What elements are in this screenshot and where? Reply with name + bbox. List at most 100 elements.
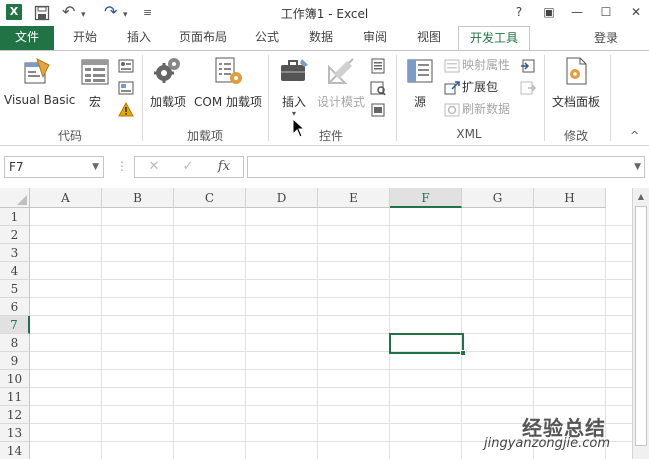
name-box-value: F7 [9, 160, 24, 174]
group-separator [142, 55, 143, 141]
row-header-9[interactable]: 9 [0, 352, 30, 370]
refresh-data-button[interactable]: 刷新数据 [444, 99, 510, 119]
row-header-3[interactable]: 3 [0, 244, 30, 262]
com-addins-label: COM 加载项 [194, 95, 262, 109]
visual-basic-button[interactable]: Visual Basic [4, 55, 76, 107]
column-header-a[interactable]: A [30, 188, 102, 208]
scrollbar-thumb[interactable] [635, 206, 647, 446]
ribbon-display-options-icon[interactable]: ▣ [538, 2, 560, 22]
row-header-1[interactable]: 1 [0, 208, 30, 226]
tab-developer[interactable]: 开发工具 [458, 26, 530, 51]
column-header-h[interactable]: H [534, 188, 606, 208]
xml-source-icon [404, 55, 436, 87]
properties-icon [370, 58, 386, 74]
addins-button[interactable]: 加载项 [146, 55, 190, 110]
visual-basic-icon [21, 55, 53, 87]
row-header-8[interactable]: 8 [0, 334, 30, 352]
run-dialog-icon [370, 102, 386, 118]
group-separator [544, 55, 545, 141]
group-label-xml: XML [456, 127, 482, 141]
view-code-icon [370, 80, 386, 96]
column-header-b[interactable]: B [102, 188, 174, 208]
document-panel-icon [560, 55, 592, 87]
record-macro-button[interactable] [118, 55, 136, 75]
scroll-up-arrow-icon[interactable]: ▲ [633, 190, 649, 204]
fill-handle[interactable] [460, 350, 466, 356]
warning-icon [118, 101, 134, 118]
group-separator [396, 55, 397, 141]
tab-data[interactable]: 数据 [298, 26, 344, 50]
active-cell-f7[interactable] [389, 333, 466, 356]
vertical-scrollbar[interactable]: ▲ [632, 188, 649, 459]
minimize-button[interactable]: — [566, 2, 588, 22]
group-separator [610, 55, 611, 141]
macro-security-button[interactable] [118, 99, 136, 119]
tab-file[interactable]: 文件 [0, 26, 54, 50]
close-button[interactable]: ✕ [625, 2, 647, 22]
tab-home[interactable]: 开始 [62, 26, 108, 50]
relative-references-button[interactable] [118, 77, 136, 97]
insert-function-icon[interactable]: fx [210, 156, 238, 178]
tab-review[interactable]: 审阅 [352, 26, 398, 50]
expand-formula-bar-icon[interactable]: ▼ [634, 157, 641, 177]
document-panel-button[interactable]: 文档面板 [548, 55, 604, 110]
enter-formula-icon[interactable]: ✓ [174, 156, 202, 178]
row-header-14[interactable]: 14 [0, 442, 30, 459]
row-header-2[interactable]: 2 [0, 226, 30, 244]
collapse-ribbon-icon[interactable]: ^ [630, 129, 639, 142]
insert-control-button[interactable]: 插入 ▾ [276, 55, 312, 118]
formula-bar-resize-handle[interactable]: ⋮ [116, 159, 128, 173]
column-header-f[interactable]: F [390, 188, 462, 208]
tab-insert[interactable]: 插入 [116, 26, 162, 50]
export-icon [520, 80, 537, 96]
com-addins-button[interactable]: COM 加载项 [192, 55, 264, 110]
row-header-4[interactable]: 4 [0, 262, 30, 280]
xml-source-button[interactable]: 源 [402, 55, 438, 110]
tab-formulas[interactable]: 公式 [244, 26, 290, 50]
tab-view[interactable]: 视图 [406, 26, 452, 50]
name-box[interactable]: F7 ▼ [4, 156, 104, 178]
maximize-button[interactable]: ☐ [595, 2, 617, 22]
toolbox-icon [278, 55, 310, 87]
group-label-code: 代码 [57, 129, 82, 143]
ribbon: Visual Basic 宏 代码 加载项 COM 加载项 加载项 插入 ▾ 设… [0, 50, 649, 146]
row-header-10[interactable]: 10 [0, 370, 30, 388]
row-header-12[interactable]: 12 [0, 406, 30, 424]
sign-in-link[interactable]: 登录 [594, 29, 618, 46]
import-icon [520, 58, 536, 74]
select-all-button[interactable] [0, 188, 30, 208]
design-mode-button[interactable]: 设计模式 [316, 55, 366, 110]
tab-page-layout[interactable]: 页面布局 [170, 26, 236, 50]
row-header-11[interactable]: 11 [0, 388, 30, 406]
column-header-g[interactable]: G [462, 188, 534, 208]
title-bar: X ↶ ▾ ↷ ▾ ≡ 工作簿1 - Excel ? ▣ — ☐ ✕ [0, 0, 649, 26]
map-properties-label: 映射属性 [462, 58, 511, 72]
column-header-c[interactable]: C [174, 188, 246, 208]
row-header-6[interactable]: 6 [0, 298, 30, 316]
view-code-button[interactable] [370, 77, 388, 97]
cancel-formula-icon[interactable]: ✕ [140, 156, 168, 178]
help-button[interactable]: ? [508, 2, 530, 22]
chevron-down-icon[interactable]: ▼ [92, 157, 99, 177]
import-xml-button[interactable] [520, 55, 538, 75]
row-header-7[interactable]: 7 [0, 316, 30, 334]
expansion-packs-button[interactable]: 扩展包 [444, 77, 498, 97]
formula-bar: F7 ▼ ⋮ ✕ ✓ fx ▼ [0, 146, 649, 188]
export-xml-button[interactable] [520, 77, 538, 97]
column-header-e[interactable]: E [318, 188, 390, 208]
macros-icon [79, 55, 111, 87]
formula-input[interactable]: ▼ [247, 156, 645, 178]
group-separator [268, 55, 269, 141]
design-mode-icon [325, 55, 357, 87]
row-header-13[interactable]: 13 [0, 424, 30, 442]
gear-icon [152, 55, 184, 87]
xml-source-label: 源 [413, 95, 426, 109]
row-header-5[interactable]: 5 [0, 280, 30, 298]
macros-button[interactable]: 宏 [78, 55, 112, 110]
properties-button[interactable] [370, 55, 388, 75]
run-dialog-button[interactable] [370, 99, 388, 119]
column-header-d[interactable]: D [246, 188, 318, 208]
watermark-url: jingyanzongjie.com [484, 436, 611, 451]
visual-basic-label: Visual Basic [4, 93, 76, 107]
map-properties-button[interactable]: 映射属性 [444, 55, 510, 75]
